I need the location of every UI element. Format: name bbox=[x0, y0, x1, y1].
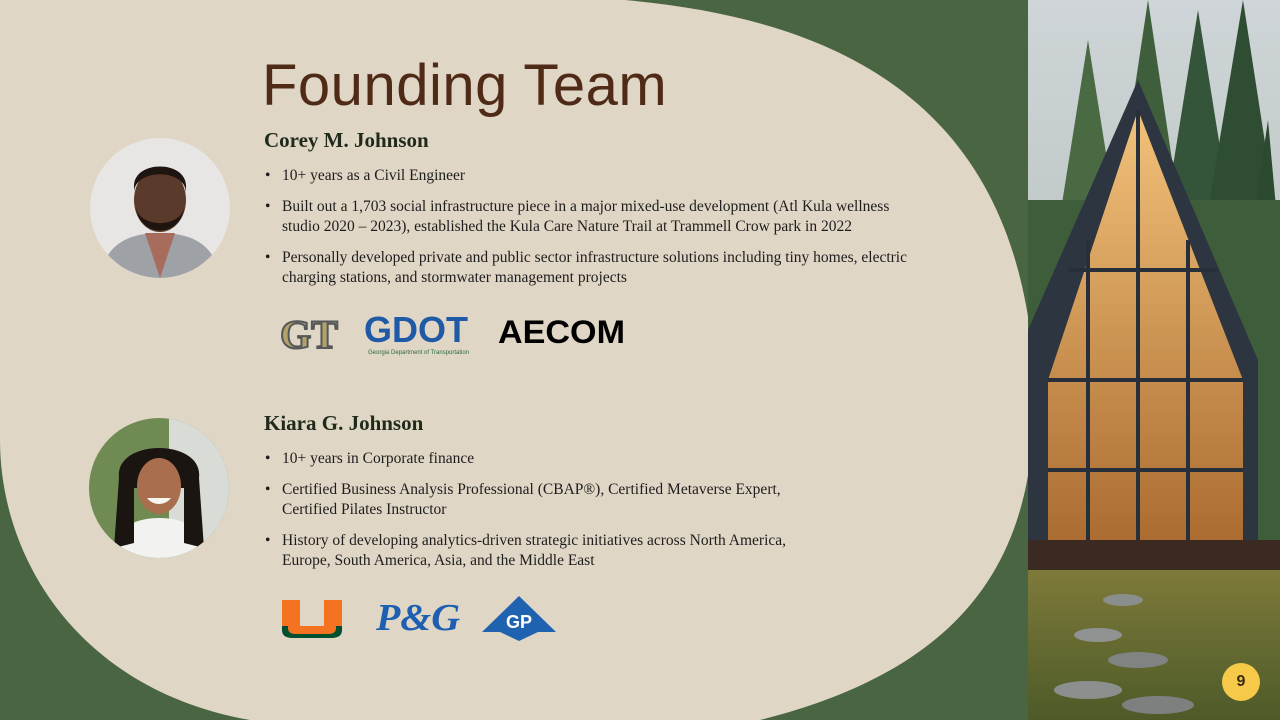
person-photo-icon bbox=[90, 138, 230, 278]
aecom-logo: AECOM bbox=[498, 312, 628, 352]
gt-logo-text: GT bbox=[280, 312, 338, 357]
georgia-tech-logo: GT bbox=[276, 308, 342, 358]
pg-logo: P&G bbox=[374, 594, 464, 639]
member-bullets: 10+ years as a Civil Engineer Built out … bbox=[264, 166, 929, 299]
slide: Founding Team Corey M. Johnson 10+ years… bbox=[0, 0, 1280, 720]
member-name: Corey M. Johnson bbox=[264, 128, 429, 152]
gdot-logo-subtext: Georgia Department of Transportation bbox=[368, 350, 469, 356]
cabin-photo-icon bbox=[1028, 0, 1280, 720]
page-number-badge: 9 bbox=[1222, 663, 1260, 701]
person-photo-icon bbox=[89, 418, 229, 558]
pg-logo-text: P&G bbox=[375, 597, 461, 638]
university-of-miami-logo: U bbox=[280, 598, 344, 640]
bullet-item: 10+ years in Corporate finance bbox=[264, 449, 824, 469]
bullet-item: Built out a 1,703 social infrastructure … bbox=[264, 197, 929, 237]
gdot-logo: GDOT Georgia Department of Transportatio… bbox=[362, 308, 484, 358]
aecom-logo-text: AECOM bbox=[498, 314, 625, 350]
georgia-pacific-logo: GP bbox=[480, 594, 558, 642]
page-title: Founding Team bbox=[262, 53, 668, 118]
bullet-item: 10+ years as a Civil Engineer bbox=[264, 166, 929, 186]
bullet-item: History of developing analytics-driven s… bbox=[264, 531, 824, 571]
avatar-corey bbox=[90, 138, 230, 278]
bullet-item: Certified Business Analysis Professional… bbox=[264, 480, 824, 520]
avatar-kiara bbox=[89, 418, 229, 558]
gdot-logo-text: GDOT bbox=[364, 309, 468, 350]
bullet-item: Personally developed private and public … bbox=[264, 248, 929, 288]
member-bullets: 10+ years in Corporate finance Certified… bbox=[264, 449, 824, 582]
gp-logo-text: GP bbox=[506, 612, 532, 632]
cabin-photo bbox=[1028, 0, 1280, 720]
um-logo-text: U bbox=[312, 621, 313, 623]
member-name: Kiara G. Johnson bbox=[264, 411, 424, 435]
